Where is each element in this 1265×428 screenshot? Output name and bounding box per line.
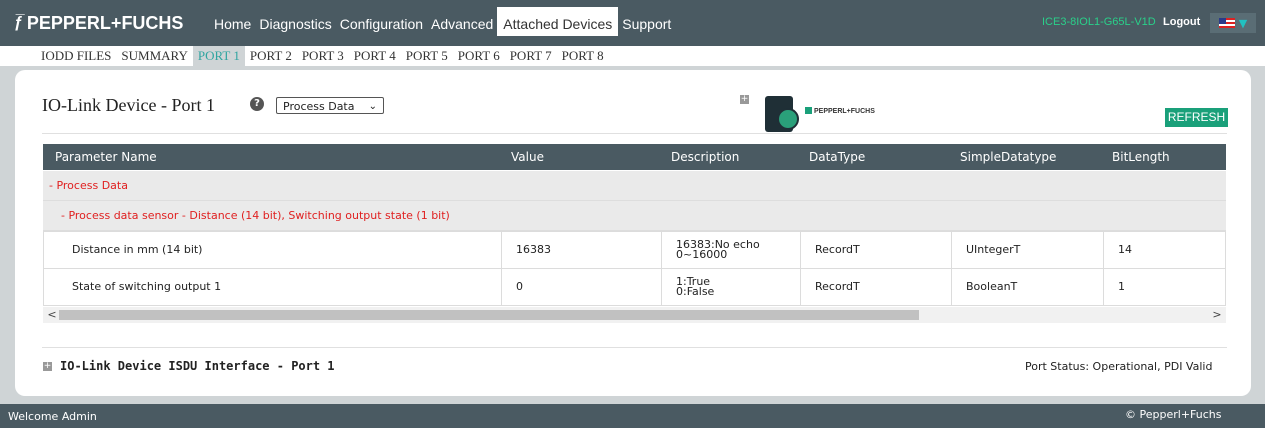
scroll-right-icon[interactable]: > <box>1210 307 1224 323</box>
top-navigation-bar: ƒ̅ PEPPERL+FUCHS Home Diagnostics Configu… <box>0 0 1265 46</box>
copyright-text: © Pepperl+Fuchs <box>1125 408 1222 421</box>
description-lines: 16383:No echo 0~16000 <box>676 239 760 261</box>
nav-support[interactable]: Support <box>618 12 675 36</box>
group-row-sensor[interactable]: - Process data sensor - Distance (14 bit… <box>43 201 1226 231</box>
cell-value: 0 <box>501 269 661 305</box>
horizontal-scrollbar[interactable]: < > <box>43 307 1226 323</box>
subnav-summary[interactable]: SUMMARY <box>116 46 192 66</box>
nav-diagnostics[interactable]: Diagnostics <box>255 12 335 36</box>
sensor-lens <box>777 108 799 130</box>
chevron-down-icon: ⌄ <box>368 101 377 112</box>
page-title: IO-Link Device - Port 1 <box>42 95 215 115</box>
cell-bitlength: 14 <box>1103 232 1227 268</box>
table-header: Parameter Name Value Description DataTyp… <box>43 144 1226 170</box>
cell-bitlength: 1 <box>1103 269 1227 305</box>
subnav-port-6[interactable]: PORT 6 <box>453 46 505 66</box>
brand-logo[interactable]: ƒ̅ PEPPERL+FUCHS <box>14 11 183 35</box>
nav-attached-devices[interactable]: Attached Devices <box>497 7 619 36</box>
divider <box>42 347 1227 348</box>
language-selector[interactable]: ▼ <box>1210 13 1256 33</box>
nav-advanced[interactable]: Advanced <box>427 12 497 36</box>
caret-down-icon: ▼ <box>1238 16 1248 30</box>
cell-datatype: RecordT <box>800 269 951 305</box>
device-card: IO-Link Device - Port 1 ? Process Data ⌄… <box>15 70 1251 396</box>
brand-name: PEPPERL+FUCHS <box>26 13 184 33</box>
cell-parameter-name: Distance in mm (14 bit) <box>72 243 203 256</box>
nav-configuration[interactable]: Configuration <box>336 12 427 36</box>
subnav-port-8[interactable]: PORT 8 <box>557 46 609 66</box>
view-select[interactable]: Process Data ⌄ <box>276 97 384 114</box>
logout-link[interactable]: Logout <box>1163 12 1200 32</box>
welcome-text: Welcome Admin <box>8 410 97 423</box>
col-value: Value <box>511 150 544 164</box>
subnav-port-7[interactable]: PORT 7 <box>505 46 557 66</box>
port-subnav: IODD FILES SUMMARY PORT 1 PORT 2 PORT 3 … <box>0 46 1265 66</box>
divider <box>42 133 1227 134</box>
col-simple-datatype: SimpleDatatype <box>960 150 1057 164</box>
cell-description: 16383:No echo 0~16000 <box>661 232 800 268</box>
table-row: Distance in mm (14 bit) 16383 16383:No e… <box>43 231 1226 269</box>
footer-bar: Welcome Admin © Pepperl+Fuchs <box>0 404 1265 428</box>
sensor-device-image <box>765 96 799 132</box>
table-row: State of switching output 1 0 1:True 0:F… <box>43 268 1226 306</box>
scroll-thumb[interactable] <box>59 310 919 320</box>
scroll-left-icon[interactable]: < <box>45 307 59 323</box>
cell-value: 16383 <box>501 232 661 268</box>
device-id: ICE3-8IOL1-G65L-V1D <box>1042 16 1156 28</box>
view-select-value: Process Data <box>283 100 355 113</box>
cell-simple-datatype: UIntegerT <box>951 232 1103 268</box>
help-icon[interactable]: ? <box>250 97 264 111</box>
cell-description: 1:True 0:False <box>661 269 800 305</box>
brand-logo-mark: ƒ̅ <box>14 14 23 31</box>
device-brand-logo: PEPPERL+FUCHS <box>805 107 875 115</box>
group-label: - Process Data <box>49 179 128 192</box>
cell-parameter-name: State of switching output 1 <box>72 280 222 293</box>
subnav-port-5[interactable]: PORT 5 <box>401 46 453 66</box>
subnav-port-2[interactable]: PORT 2 <box>245 46 297 66</box>
col-description: Description <box>671 150 740 164</box>
isdu-section-title[interactable]: IO-Link Device ISDU Interface - Port 1 <box>60 359 335 373</box>
description-lines: 1:True 0:False <box>676 276 715 298</box>
col-bitlength: BitLength <box>1112 150 1170 164</box>
description-line: 0~16000 <box>676 248 728 261</box>
device-brand-mark <box>805 107 812 114</box>
us-flag-icon <box>1218 18 1235 28</box>
refresh-button[interactable]: REFRESH <box>1165 108 1228 127</box>
device-brand-name: PEPPERL+FUCHS <box>814 108 875 115</box>
cell-simple-datatype: BooleanT <box>951 269 1103 305</box>
expand-image-icon[interactable]: + <box>740 95 749 104</box>
subnav-port-3[interactable]: PORT 3 <box>297 46 349 66</box>
group-row-process-data[interactable]: - Process Data <box>43 171 1226 201</box>
subnav-port-4[interactable]: PORT 4 <box>349 46 401 66</box>
expand-isdu-icon[interactable]: + <box>43 362 52 371</box>
col-parameter-name: Parameter Name <box>55 150 157 164</box>
nav-home[interactable]: Home <box>210 12 255 36</box>
main-nav: Home Diagnostics Configuration Advanced … <box>210 7 675 36</box>
col-datatype: DataType <box>809 150 866 164</box>
port-status: Port Status: Operational, PDI Valid <box>1025 360 1213 373</box>
subnav-iodd-files[interactable]: IODD FILES <box>36 46 116 66</box>
subnav-port-1[interactable]: PORT 1 <box>192 46 245 66</box>
description-line: 0:False <box>676 285 715 298</box>
cell-datatype: RecordT <box>800 232 951 268</box>
group-label: - Process data sensor - Distance (14 bit… <box>61 209 450 222</box>
